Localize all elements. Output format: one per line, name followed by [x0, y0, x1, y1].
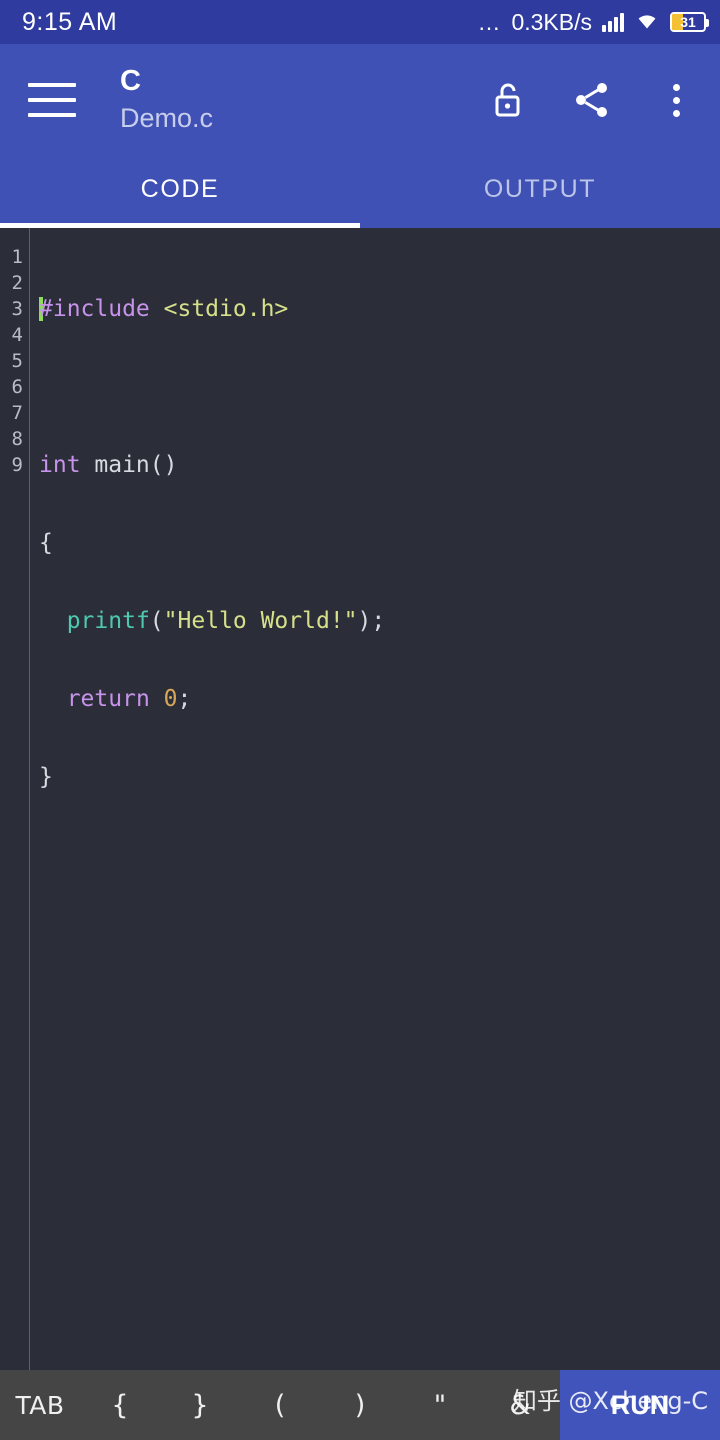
overflow-menu-icon[interactable] [656, 78, 696, 122]
app-bar: C Demo.c [0, 44, 720, 156]
battery-percent-label: 31 [680, 14, 696, 30]
hamburger-menu-icon[interactable] [28, 83, 76, 117]
token-paren-open: ( [149, 608, 164, 634]
token-open-brace: { [39, 530, 53, 556]
line-number-gutter: 1 2 3 4 5 6 7 8 9 [0, 228, 30, 1370]
symbol-toolbar: TAB { } ( ) " & RUN [0, 1370, 720, 1440]
run-button[interactable]: RUN [560, 1370, 720, 1440]
line-number: 1 [11, 246, 23, 268]
token-header: <stdio.h> [163, 296, 289, 322]
page-title: C [120, 65, 141, 97]
token-string-literal: "Hello World!" [163, 608, 358, 634]
symbol-key-quote[interactable]: " [400, 1390, 480, 1421]
code-line-7: } [39, 764, 720, 790]
app-bar-titles: C Demo.c [120, 65, 213, 135]
line-number: 9 [11, 454, 23, 476]
code-line-5: printf("Hello World!"); [39, 608, 720, 634]
token-keyword-return: return [66, 686, 150, 712]
symbol-key-group: TAB { } ( ) " & [0, 1370, 560, 1440]
code-line-3: int main() [39, 452, 720, 478]
code-line-6: return 0; [39, 686, 720, 712]
line-number: 2 [11, 272, 23, 294]
code-editor[interactable]: 1 2 3 4 5 6 7 8 9 #include <stdio.h> int… [0, 228, 720, 1370]
line-number: 6 [11, 376, 23, 398]
symbol-key-ampersand[interactable]: & [480, 1390, 560, 1421]
tab-bar: CODE OUTPUT [0, 156, 720, 228]
symbol-key-tab[interactable]: TAB [0, 1391, 80, 1420]
code-text-area[interactable]: #include <stdio.h> int main() { printf("… [30, 228, 720, 1370]
line-number: 8 [11, 428, 23, 450]
token-function-printf: printf [66, 608, 150, 634]
file-name-label: Demo.c [120, 103, 214, 133]
network-speed-label: 0.3KB/s [511, 8, 592, 35]
token-number-zero: 0 [163, 686, 178, 712]
token-paren-close-semi: ); [357, 608, 386, 634]
symbol-key-close-brace[interactable]: } [160, 1390, 240, 1421]
token-close-brace: } [39, 764, 53, 790]
unlock-icon[interactable] [488, 78, 528, 122]
tab-code[interactable]: CODE [0, 156, 360, 228]
token-main-decl: main() [80, 452, 178, 478]
token-preprocessor: #include [39, 296, 150, 322]
app-root: 9:15 AM … 0.3KB/s 31 C Demo.c CODE OUTPU… [0, 0, 720, 1440]
wifi-icon [634, 10, 660, 35]
code-line-4: { [39, 530, 720, 556]
share-icon[interactable] [572, 78, 612, 122]
line-number: 5 [11, 350, 23, 372]
code-line-1: #include <stdio.h> [39, 296, 720, 322]
signal-bars-icon [602, 12, 624, 32]
symbol-key-open-brace[interactable]: { [80, 1390, 160, 1421]
symbol-key-open-paren[interactable]: ( [240, 1390, 320, 1421]
line-number: 7 [11, 402, 23, 424]
status-indicators: … 0.3KB/s 31 [477, 8, 709, 36]
more-dots-icon: … [477, 9, 502, 35]
status-bar: 9:15 AM … 0.3KB/s 31 [0, 0, 720, 44]
status-clock: 9:15 AM [22, 7, 118, 36]
token-keyword-int: int [39, 452, 81, 478]
tab-output[interactable]: OUTPUT [360, 156, 720, 228]
battery-icon: 31 [670, 12, 709, 32]
app-bar-actions [488, 78, 696, 122]
token-semicolon: ; [177, 686, 192, 712]
line-number: 3 [11, 298, 23, 320]
symbol-key-close-paren[interactable]: ) [320, 1390, 400, 1421]
line-number: 4 [11, 324, 23, 346]
